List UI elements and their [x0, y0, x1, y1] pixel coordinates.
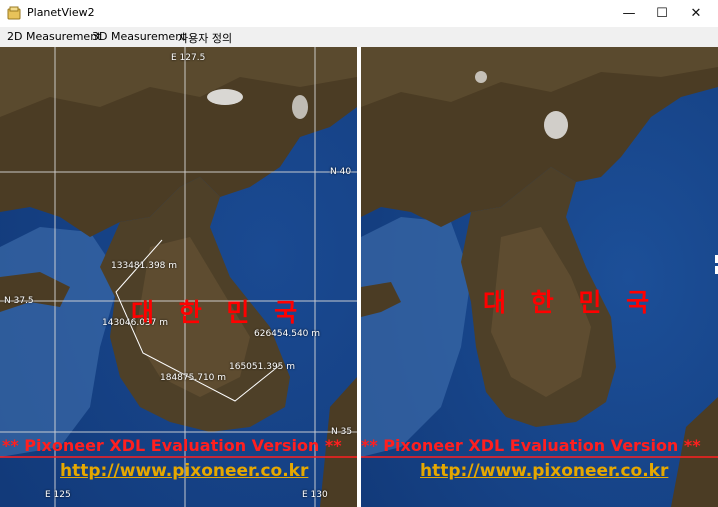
- menu-2d-measurement[interactable]: 2D Measurement: [7, 30, 101, 43]
- close-button[interactable]: ✕: [679, 0, 713, 27]
- grid-label-lat-37-5: N 37.5: [4, 296, 34, 306]
- evaluation-watermark: ** Pixoneer XDL Evaluation Version **: [361, 436, 701, 455]
- minimize-button[interactable]: —: [612, 0, 646, 27]
- website-link[interactable]: http://www.pixoneer.co.kr: [60, 461, 308, 481]
- app-icon: [7, 6, 21, 20]
- menu-bar: 2D Measurement 3D Measurement 사용자 정의: [0, 27, 718, 47]
- distance-label: 626454.540 m: [254, 329, 321, 339]
- maximize-button[interactable]: ☐: [645, 0, 679, 27]
- distance-label: 165051.395 m: [229, 362, 296, 372]
- distance-label: 133481.398 m: [111, 261, 178, 271]
- map-view-2d[interactable]: E 127.5 N 40 N 37.5 N 35 E 125 E 130 133…: [0, 47, 357, 507]
- title-bar: PlanetView2 — ☐ ✕: [0, 0, 718, 27]
- map-view-3d[interactable]: 대 한 민 국 ** Pixoneer XDL Evaluation Versi…: [361, 47, 718, 507]
- distance-label: 184875.710 m: [160, 373, 227, 383]
- grid-label-lon-top: E 127.5: [171, 53, 206, 63]
- grid-label-lon-bottom-left: E 125: [45, 490, 71, 500]
- menu-user-defined[interactable]: 사용자 정의: [178, 30, 232, 46]
- evaluation-watermark: ** Pixoneer XDL Evaluation Version **: [2, 436, 342, 455]
- menu-3d-measurement[interactable]: 3D Measurement: [92, 30, 186, 43]
- window-title: PlanetView2: [27, 6, 95, 19]
- country-label: 대 한 민 국: [131, 298, 306, 327]
- country-label: 대 한 민 국: [483, 288, 658, 317]
- website-link[interactable]: http://www.pixoneer.co.kr: [420, 461, 668, 481]
- grid-label-lat-40: N 40: [330, 167, 352, 177]
- grid-label-lon-bottom-right: E 130: [302, 490, 328, 500]
